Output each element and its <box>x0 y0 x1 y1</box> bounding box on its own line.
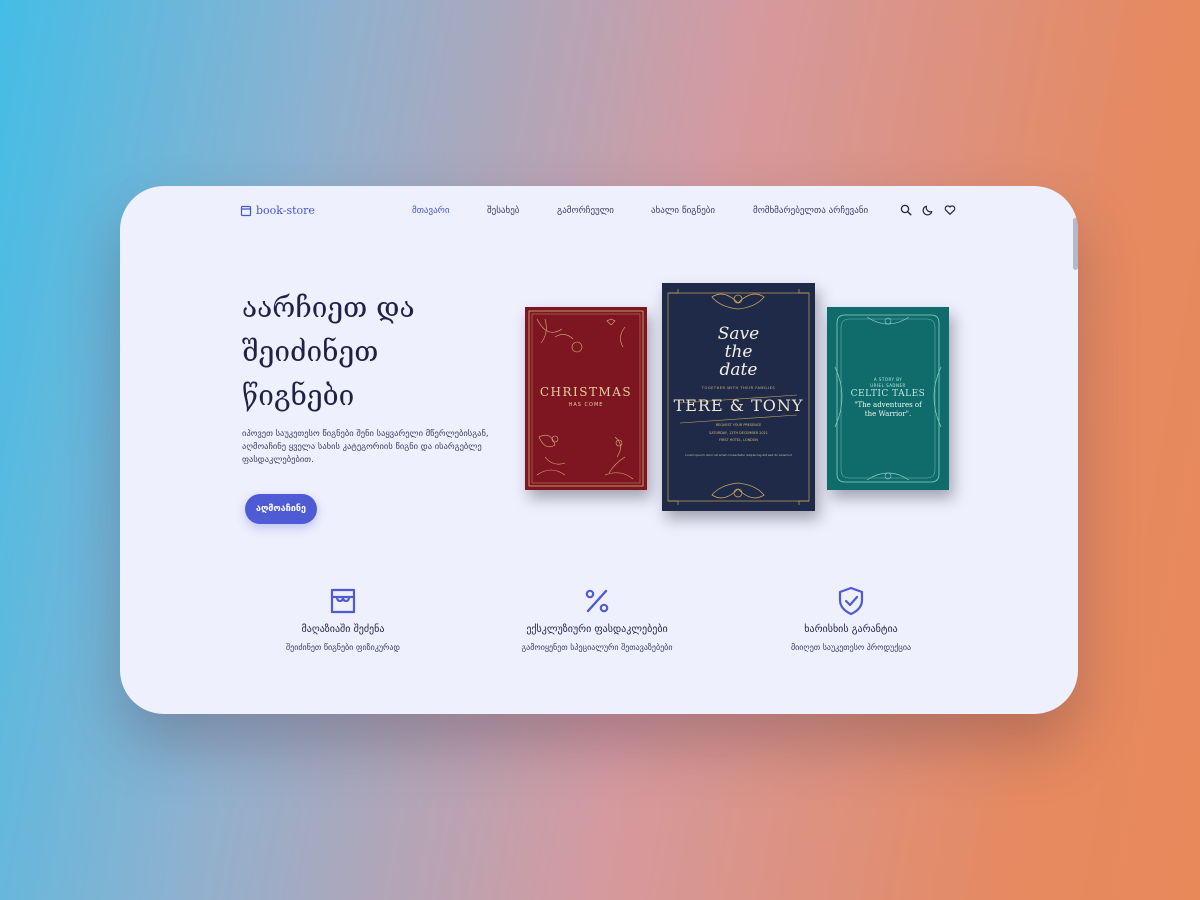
header-actions <box>900 204 956 216</box>
moon-icon[interactable] <box>922 204 934 216</box>
script-line: the <box>724 342 753 362</box>
book-script-title: Save the date <box>662 325 815 379</box>
feature-title: ექსკლუზიური ფასდაკლებები <box>526 624 668 635</box>
hero-description: იპოვეთ საუკეთესო წიგნები შენი საყვარელი … <box>242 428 489 465</box>
search-icon[interactable] <box>900 204 912 216</box>
hero-title: აარჩიეთ და შეიძინეთ წიგნები <box>242 286 482 418</box>
book-line: REQUEST YOUR PRESENCE <box>715 423 762 427</box>
book-line: TOGETHER WITH THEIR FAMILIES <box>701 386 776 390</box>
script-line: date <box>719 360 758 380</box>
book-subtitle: HAS COME <box>568 402 604 408</box>
feature-title: მაღაზიაში შეძენა <box>301 624 385 635</box>
book-line: A STORY BY <box>873 377 903 382</box>
browser-card: book-store მთავარი შესახებ გამორჩეული ახ… <box>120 186 1078 714</box>
percent-icon <box>582 586 612 616</box>
feature-description: გამოიყენეთ სპეციალური შეთავაზებები <box>521 643 673 652</box>
feature-description: მიიღეთ საუკეთესო პროდუქცია <box>790 643 912 652</box>
hero-title-line: წიგნები <box>242 379 355 412</box>
book-cover-celtic-tales[interactable]: A STORY BY URIEL SADNER CELTIC TALES "Th… <box>827 307 949 490</box>
nav-item-home[interactable]: მთავარი <box>412 206 450 216</box>
nav-item-customer-choice[interactable]: მომხმარებელთა არჩევანი <box>753 206 868 216</box>
nav-item-about[interactable]: შესახებ <box>487 206 519 216</box>
book-author: URIEL SADNER <box>870 383 906 388</box>
subtitle-line: the Warrior". <box>864 410 912 418</box>
store-icon <box>328 586 358 616</box>
discover-button[interactable]: აღმოაჩინე <box>245 494 317 524</box>
feature-quality: ხარისხის გარანტია მიიღეთ საუკეთესო პროდუ… <box>741 586 961 652</box>
feature-description: შეიძინეთ წიგნები ფიზიკურად <box>286 643 400 652</box>
book-line: SATURDAY, 12TH DECEMBER 2021 <box>709 431 768 435</box>
book-title: CELTIC TALES <box>850 389 926 399</box>
logo[interactable]: book-store <box>240 204 315 217</box>
book-title: CHRISTMAS <box>539 385 633 399</box>
book-title: TERE & TONY <box>673 396 804 415</box>
site-header: book-store მთავარი შესახებ გამორჩეული ახ… <box>120 186 1078 238</box>
feature-discounts: ექსკლუზიური ფასდაკლებები გამოიყენეთ სპეც… <box>487 586 707 652</box>
nav-item-featured[interactable]: გამორჩეული <box>557 206 614 216</box>
book-cover-save-the-date[interactable]: Save the date TOGETHER WITH THEIR FAMILI… <box>662 283 815 511</box>
script-line: Save <box>717 324 760 344</box>
hero-title-line: შეიძინეთ <box>242 335 379 368</box>
feature-store: მაღაზიაში შეძენა შეიძინეთ წიგნები ფიზიკუ… <box>233 586 453 652</box>
logo-text: book-store <box>256 204 315 217</box>
hero-title-line: აარჩიეთ და <box>242 291 415 324</box>
heart-icon[interactable] <box>944 204 956 216</box>
book-line: FIRST HOTEL, LONDON <box>719 438 758 442</box>
book-icon <box>240 205 252 217</box>
nav-item-new-books[interactable]: ახალი წიგნები <box>651 206 715 216</box>
book-subtitle: "The adventures of the Warrior". <box>827 401 949 419</box>
book-cover-christmas[interactable]: CHRISTMAS HAS COME <box>525 307 647 490</box>
shield-check-icon <box>836 586 866 616</box>
feature-title: ხარისხის გარანტია <box>804 624 898 635</box>
book-line: Lorem ipsum dolor sit amet consectetur a… <box>685 453 792 457</box>
subtitle-line: "The adventures of <box>854 401 922 409</box>
